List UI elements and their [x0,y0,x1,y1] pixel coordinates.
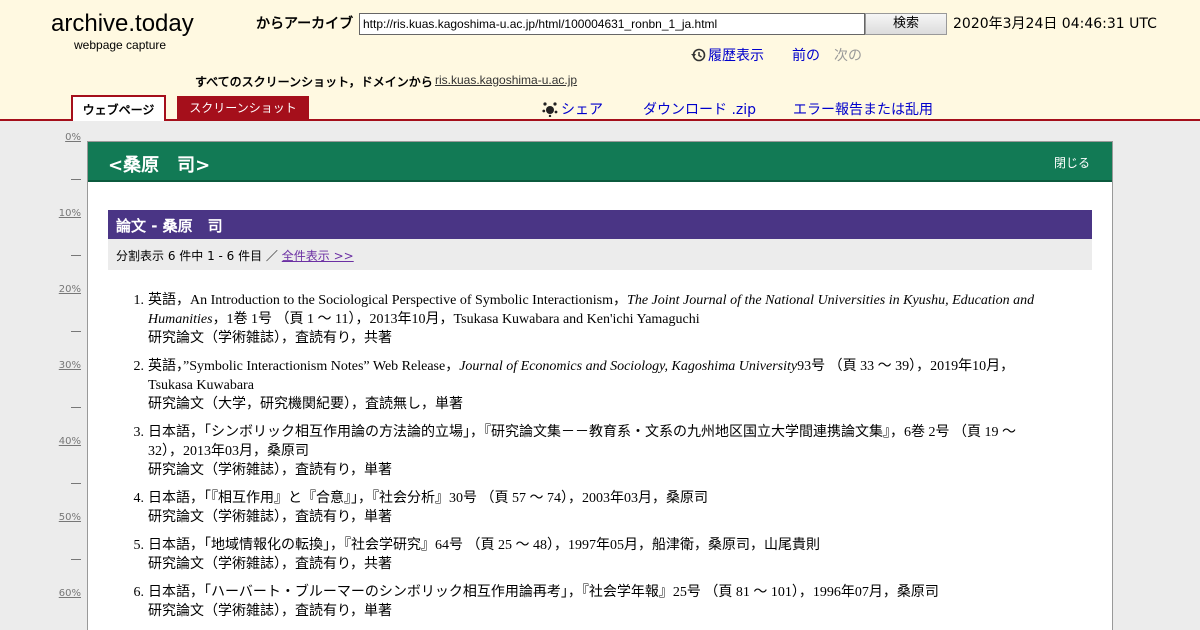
ruler-tick [71,407,81,408]
item-type: 研究論文（学術雑誌），査読有り，共著 [148,557,393,572]
ruler-mark[interactable]: 30% [59,360,81,371]
archived-page-frame: <桑原 司> 閉じる 論文 - 桑原 司 分割表示 6 件中 1 - 6 件目 … [87,141,1113,630]
list-item: 2. 英語，”Symbolic Interactionism Notes” We… [134,357,1048,414]
list-item: 3. 日本語，「シンボリック相互作用論の方法論的立場」，『研究論文集－－教育系・… [134,423,1048,480]
archive-from-label: からアーカイブ [256,16,354,32]
show-all-link[interactable]: 全件表示 >> [282,249,354,263]
ruler-mark[interactable]: 10% [59,208,81,219]
item-type: 研究論文（学術雑誌），査読有り，共著 [148,331,393,346]
next-link: 次の [834,48,862,64]
section-title: 論文 - 桑原 司 [116,217,223,235]
ruler-mark[interactable]: 0% [65,132,81,143]
paper-list: 1. 英語，An Introduction to the Sociologica… [134,291,1048,630]
download-zip-link[interactable]: ダウンロード .zip [643,99,756,119]
item-number: 6. [133,585,145,600]
list-item: 5. 日本語，「地域情報化の転換」，『社会学研究』64号 （頁 25 ～ 48）… [134,536,1048,574]
item-number: 3. [133,425,145,440]
capture-date: 2020年3月24日 04:46:31 UTC [953,16,1157,32]
ruler-tick [71,331,81,332]
tab-webpage[interactable]: ウェブページ [71,95,166,121]
history-icon [691,48,706,62]
archive-header: archive.today webpage capture からアーカイブ 検索… [0,0,1200,121]
page-title-bar: <桑原 司> 閉じる [88,142,1112,182]
item-citation: 英語，An Introduction to the Sociological P… [148,291,1048,329]
item-number: 4. [133,491,145,506]
page-title: <桑原 司> [108,155,211,176]
item-citation: 日本語，「地域情報化の転換」，『社会学研究』64号 （頁 25 ～ 48），19… [148,536,1048,555]
item-citation: 日本語，「シンボリック相互作用論の方法論的立場」，『研究論文集－－教育系・文系の… [148,423,1048,461]
ruler-tick [71,559,81,560]
item-type: 研究論文（大学，研究機関紀要），査読無し，単著 [148,397,463,412]
history-link[interactable]: 履歴表示 [690,45,764,65]
citation-text: 日本語，「ハーバート・ブルーマーのシンボリック相互作用論再考」，『社会学年報』2… [148,585,939,600]
item-type: 研究論文（学術雑誌），査読有り，単著 [148,463,393,478]
item-number: 2. [133,359,145,374]
ruler-mark[interactable]: 60% [59,588,81,599]
all-screenshots-label: すべてのスクリーンショット，ドメインから [195,75,433,89]
citation-text: 日本語，「シンボリック相互作用論の方法論的立場」，『研究論文集－－教育系・文系の… [148,425,1016,459]
domain-link[interactable]: ris.kuas.kagoshima-u.ac.jp [435,73,577,87]
item-citation: 日本語，「『相互作用』と『合意』」，『社会分析』30号 （頁 57 ～ 74），… [148,489,1048,508]
item-citation: 日本語，「ハーバート・ブルーマーのシンボリック相互作用論再考」，『社会学年報』2… [148,583,1048,602]
item-type: 研究論文（学術雑誌），査読有り，単著 [148,510,393,525]
url-input[interactable] [359,13,865,35]
history-label: 履歴表示 [708,48,764,64]
ruler-tick [71,483,81,484]
tab-screenshot[interactable]: スクリーンショット [177,96,309,119]
ruler-tick [71,179,81,180]
close-link[interactable]: 閉じる [1054,154,1090,171]
citation-text: 英語，An Introduction to the Sociological P… [148,293,628,308]
search-button[interactable]: 検索 [865,13,947,35]
journal-name: Journal of Economics and Sociology, Kago… [459,359,798,374]
ruler-mark[interactable]: 20% [59,284,81,295]
item-citation: 英語，”Symbolic Interactionism Notes” Web R… [148,357,1048,395]
scroll-ruler: 0% 10% 20% 30% 40% 50% 60% [0,121,85,630]
paging-bar: 分割表示 6 件中 1 - 6 件目 ／ 全件表示 >> [108,239,1092,270]
share-icon [542,102,558,117]
list-item: 6. 日本語，「ハーバート・ブルーマーのシンボリック相互作用論再考」，『社会学年… [134,583,1048,621]
citation-text: ，1巻 1号 （頁 1 ～ 11），2013年10月，Tsukasa Kuwab… [212,312,700,327]
archive-logo-title[interactable]: archive.today [51,10,194,38]
citation-text: 英語，”Symbolic Interactionism Notes” Web R… [148,359,460,374]
ruler-mark[interactable]: 40% [59,436,81,447]
list-item: 4. 日本語，「『相互作用』と『合意』」，『社会分析』30号 （頁 57 ～ 7… [134,489,1048,527]
prev-link[interactable]: 前の [792,45,820,65]
share-label: シェア [561,102,603,118]
ruler-tick [71,255,81,256]
archive-logo-subtitle: webpage capture [74,38,167,52]
ruler-mark[interactable]: 50% [59,512,81,523]
report-abuse-link[interactable]: エラー報告または乱用 [793,99,933,119]
list-item: 1. 英語，An Introduction to the Sociologica… [134,291,1048,348]
citation-text: 日本語，「地域情報化の転換」，『社会学研究』64号 （頁 25 ～ 48），19… [148,538,820,553]
paging-text: 分割表示 6 件中 1 - 6 件目 ／ [116,249,282,263]
citation-text: 日本語，「『相互作用』と『合意』」，『社会分析』30号 （頁 57 ～ 74），… [148,491,708,506]
item-type: 研究論文（学術雑誌），査読有り，単著 [148,604,393,619]
item-number: 5. [133,538,145,553]
paging-info: 分割表示 6 件中 1 - 6 件目 ／ 全件表示 >> [116,247,354,264]
section-header: 論文 - 桑原 司 [108,210,1092,239]
share-link[interactable]: シェア [542,99,603,119]
item-number: 1. [133,293,145,308]
